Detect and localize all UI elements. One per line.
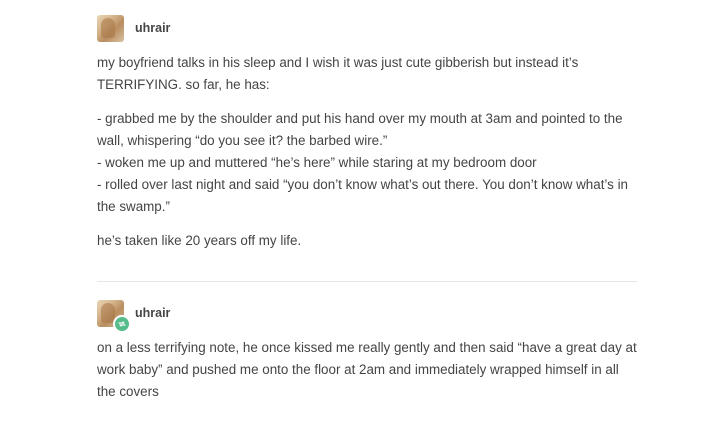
post-intro: my boyfriend talks in his sleep and I wi… (97, 55, 579, 92)
post-header: uhrair (97, 13, 170, 43)
reblog-icon (113, 314, 131, 333)
avatar[interactable] (97, 299, 131, 333)
post-text: on a less terrifying note, he once kisse… (97, 340, 637, 399)
post-header: uhrair (97, 298, 170, 333)
post-outro: he’s taken like 20 years off my life. (97, 233, 302, 248)
username[interactable]: uhrair (135, 21, 170, 35)
username[interactable]: uhrair (135, 306, 170, 320)
list-item: - grabbed me by the shoulder and put his… (97, 111, 623, 148)
post-body: my boyfriend talks in his sleep and I wi… (97, 52, 637, 252)
list-item: - woken me up and muttered “he’s here” w… (97, 155, 537, 170)
post-divider (97, 281, 637, 282)
avatar[interactable] (97, 14, 124, 42)
list-item: - rolled over last night and said “you d… (97, 177, 628, 214)
avatar-image (101, 17, 115, 38)
post-body: on a less terrifying note, he once kisse… (97, 337, 637, 403)
